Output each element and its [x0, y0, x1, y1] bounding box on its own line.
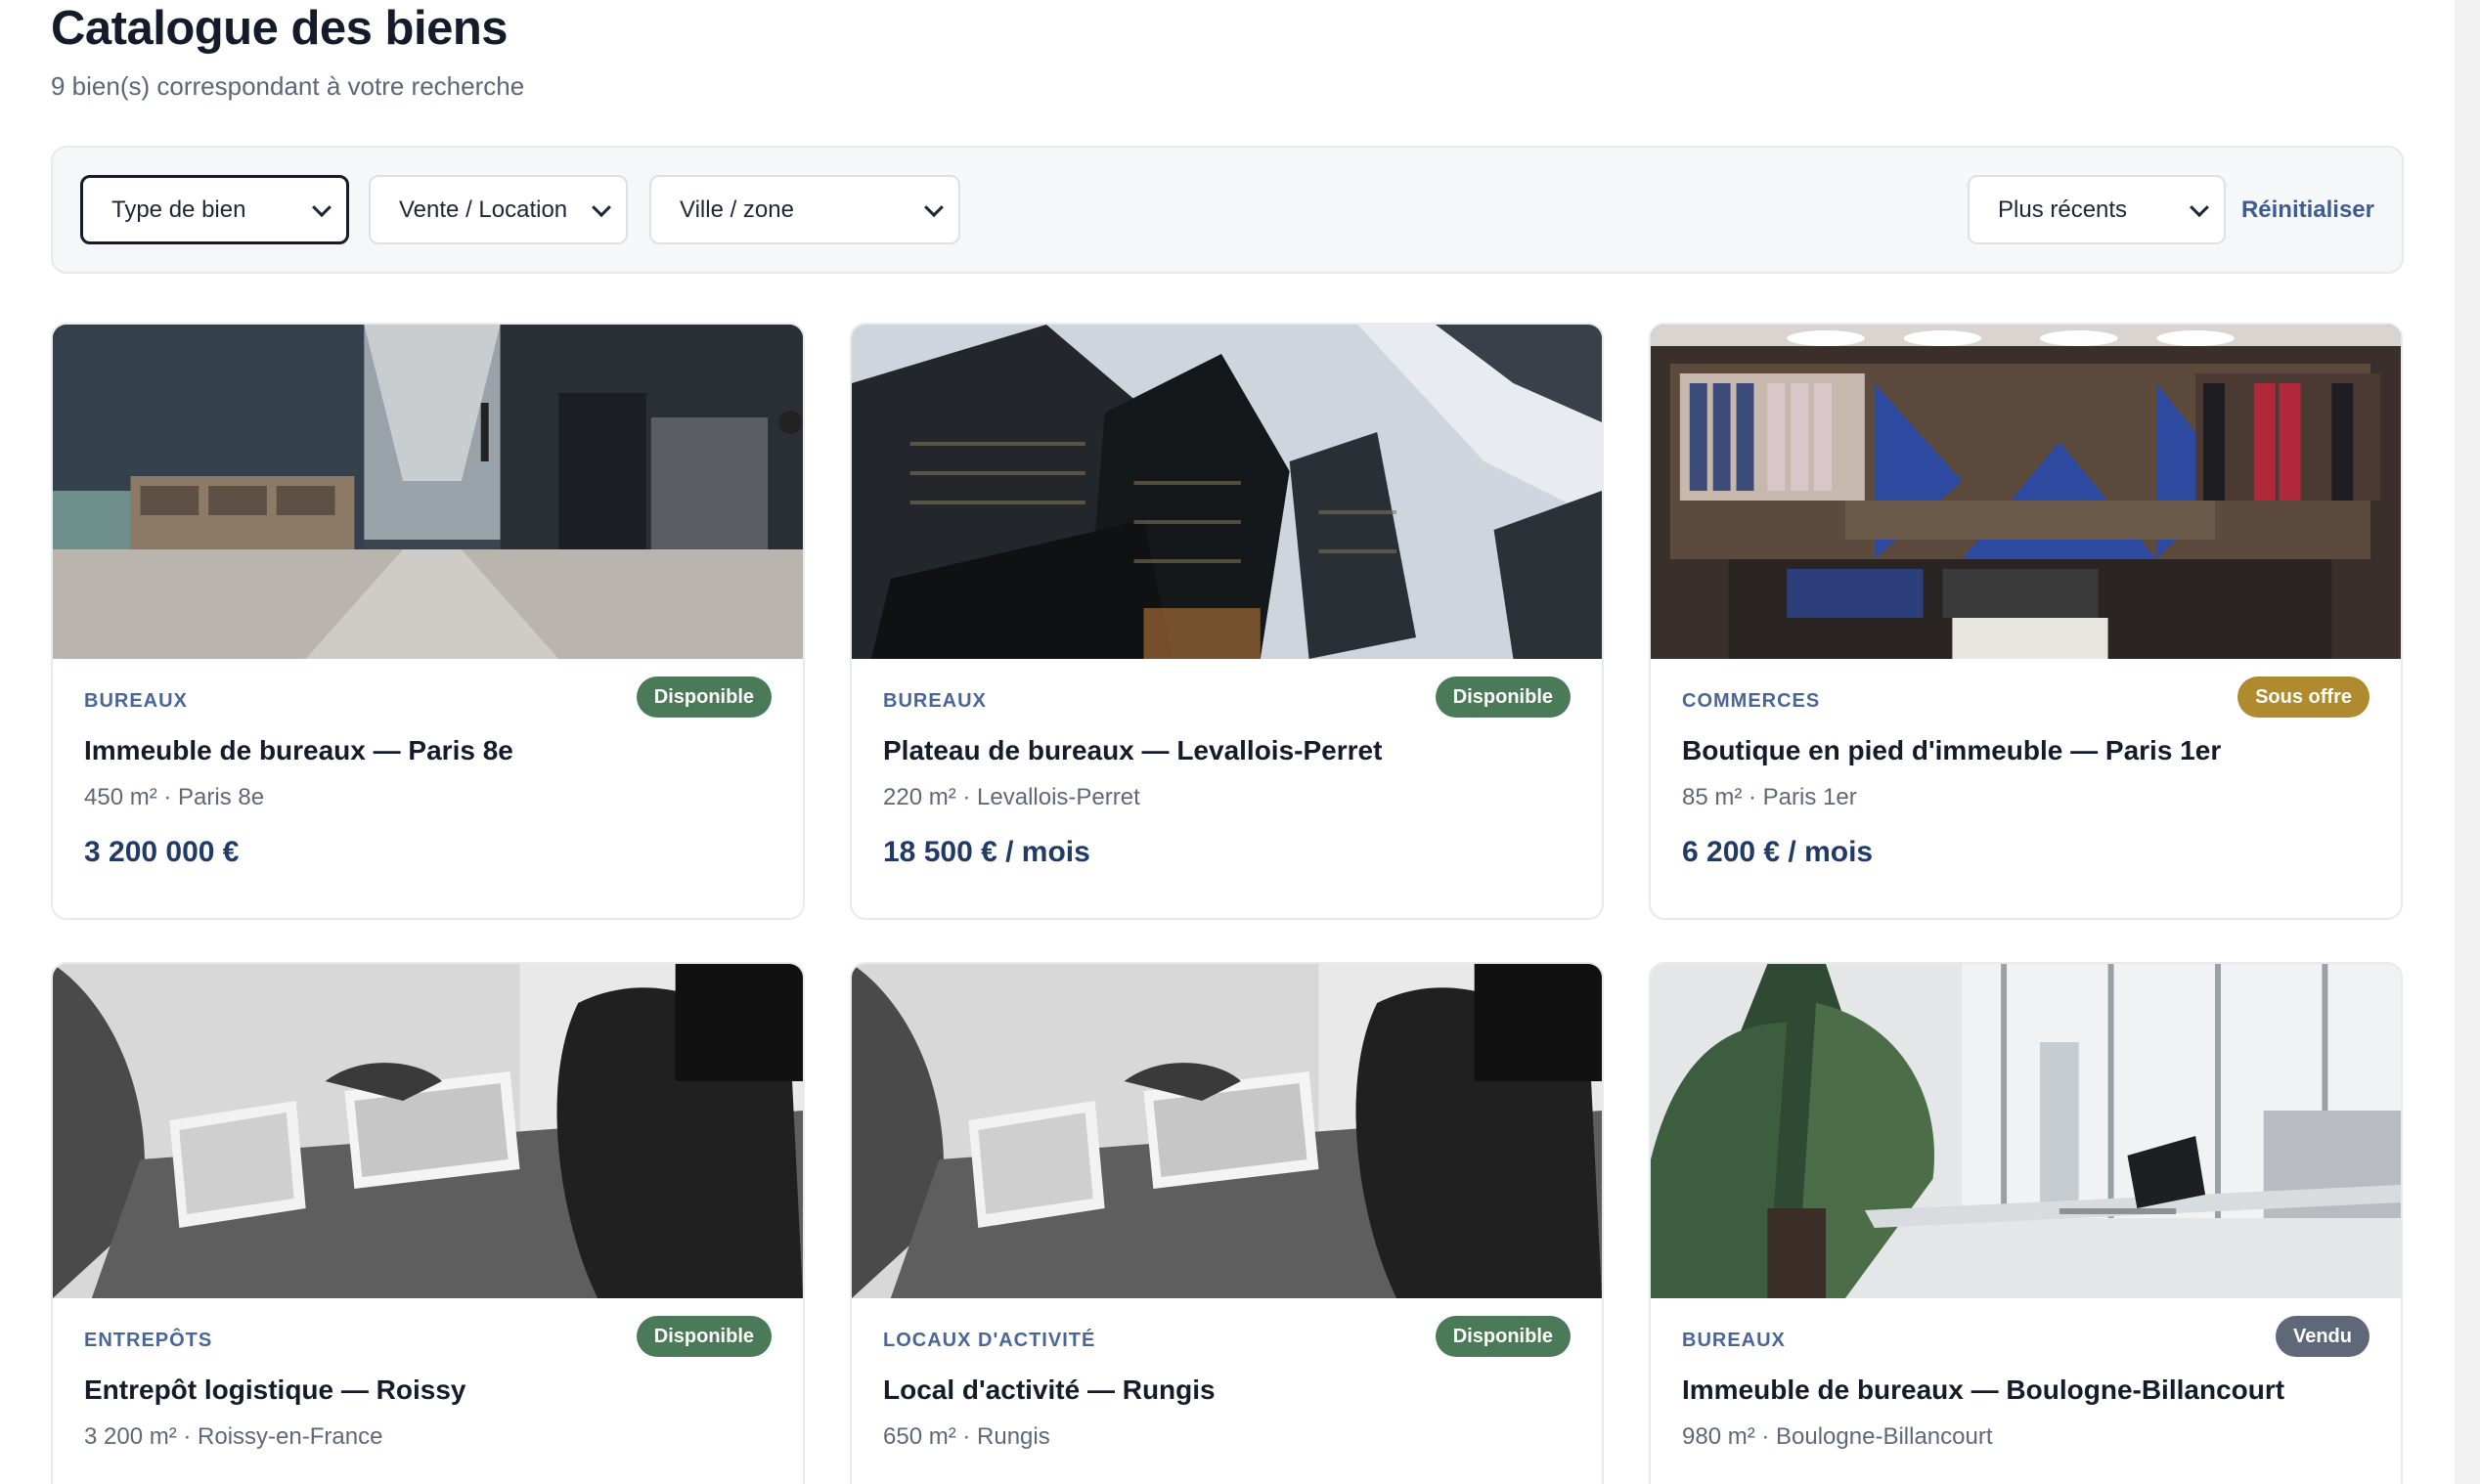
chevron-down-icon — [592, 196, 611, 217]
listing-price: 6 200 € / mois — [1682, 836, 1874, 868]
property-type-label: BUREAUX — [883, 690, 987, 712]
listing-price: 3 200 000 € — [84, 836, 240, 868]
listing-price: 18 500 € / mois — [883, 836, 1090, 868]
listing-title[interactable]: Entrepôt logistique — Roissy — [84, 1375, 465, 1406]
listing-meta: 980 m² · Boulogne-Billancourt — [1682, 1423, 1993, 1450]
catalogue-page: Catalogue des biens 9 bien(s) correspond… — [0, 0, 2480, 1484]
listing-meta: 650 m² · Rungis — [883, 1423, 1050, 1450]
listing-title[interactable]: Plateau de bureaux — Levallois-Perret — [883, 735, 1382, 766]
listing-meta: 3 200 m² · Roissy-en-France — [84, 1423, 383, 1450]
transaction-select-value: Vente / Location — [399, 196, 568, 223]
listing-card[interactable]: COMMERCES Sous offre Boutique en pied d'… — [1649, 323, 2403, 920]
office-window-plant-photo — [1651, 964, 2401, 1298]
laptops-meeting-photo — [852, 964, 1602, 1298]
city-select-value: Ville / zone — [680, 196, 794, 223]
listing-title[interactable]: Local d'activité — Rungis — [883, 1375, 1216, 1406]
listing-title[interactable]: Boutique en pied d'immeuble — Paris 1er — [1682, 735, 2221, 766]
sort-select-value: Plus récents — [1998, 196, 2128, 223]
listing-card[interactable]: LOCAUX D'ACTIVITÉ Disponible Local d'act… — [850, 962, 1604, 1484]
listing-meta: 85 m² · Paris 1er — [1682, 784, 1857, 810]
page-title: Catalogue des biens — [51, 2, 509, 55]
laptops-meeting-photo — [53, 964, 803, 1298]
office-interior-photo — [53, 325, 803, 659]
transaction-select[interactable]: Vente / Location — [369, 175, 628, 244]
property-type-label: COMMERCES — [1682, 690, 1821, 712]
listing-card[interactable]: BUREAUX Vendu Immeuble de bureaux — Boul… — [1649, 962, 2403, 1484]
sort-select[interactable]: Plus récents — [1968, 175, 2226, 244]
status-badge: Sous offre — [2237, 677, 2369, 718]
listing-meta: 450 m² · Paris 8e — [84, 784, 265, 810]
skyscrapers-photo — [852, 325, 1602, 659]
listing-card[interactable]: BUREAUX Disponible Plateau de bureaux — … — [850, 323, 1604, 920]
property-type-label: ENTREPÔTS — [84, 1330, 213, 1351]
status-badge: Disponible — [636, 677, 772, 718]
listing-title[interactable]: Immeuble de bureaux — Boulogne-Billancou… — [1682, 1375, 2284, 1406]
property-type-select[interactable]: Type de bien — [80, 175, 349, 244]
listing-title[interactable]: Immeuble de bureaux — Paris 8e — [84, 735, 513, 766]
status-badge: Vendu — [2275, 1316, 2369, 1357]
reset-filters-link[interactable]: Réinitialiser — [2241, 175, 2374, 244]
property-type-label: BUREAUX — [1682, 1330, 1786, 1351]
status-badge: Disponible — [1435, 677, 1571, 718]
clothing-store-photo — [1651, 325, 2401, 659]
status-badge: Disponible — [1435, 1316, 1571, 1357]
property-type-select-value: Type de bien — [111, 196, 246, 223]
listing-meta: 220 m² · Levallois-Perret — [883, 784, 1140, 810]
chevron-down-icon — [2190, 196, 2209, 217]
filter-bar: Type de bien Vente / Location Ville / zo… — [51, 146, 2404, 274]
listing-card[interactable]: BUREAUX Disponible Immeuble de bureaux —… — [51, 323, 805, 920]
listing-card[interactable]: ENTREPÔTS Disponible Entrepôt logistique… — [51, 962, 805, 1484]
city-select[interactable]: Ville / zone — [649, 175, 960, 244]
status-badge: Disponible — [636, 1316, 772, 1357]
chevron-down-icon — [312, 196, 332, 217]
chevron-down-icon — [924, 196, 944, 217]
result-count: 9 bien(s) correspondant à votre recherch… — [51, 71, 525, 101]
property-type-label: BUREAUX — [84, 690, 188, 712]
property-type-label: LOCAUX D'ACTIVITÉ — [883, 1330, 1096, 1351]
page-scrollbar[interactable] — [2455, 0, 2480, 1484]
